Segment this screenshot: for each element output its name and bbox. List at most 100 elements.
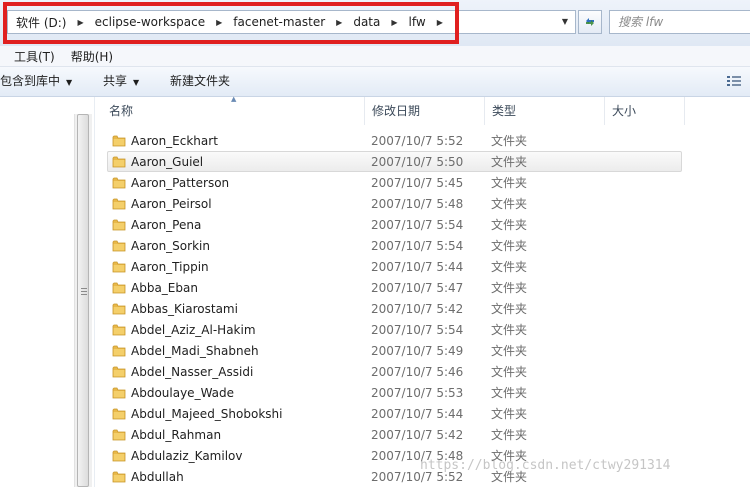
breadcrumb-item[interactable]: eclipse-workspace — [93, 15, 207, 29]
file-name: Abdulaziz_Kamilov — [131, 449, 243, 463]
breadcrumb-separator-icon[interactable]: ▶ — [216, 18, 222, 27]
file-row[interactable]: Aaron_Patterson 2007/10/7 5:45 文件夹 — [107, 172, 682, 193]
file-name: Abdul_Majeed_Shobokshi — [131, 407, 283, 421]
breadcrumb-separator-icon[interactable]: ▶ — [336, 18, 342, 27]
file-type: 文件夹 — [491, 155, 528, 169]
folder-icon — [112, 407, 126, 423]
file-row[interactable]: Aaron_Eckhart 2007/10/7 5:52 文件夹 — [107, 130, 682, 151]
file-date: 2007/10/7 5:44 — [371, 260, 464, 274]
file-type: 文件夹 — [491, 386, 528, 400]
column-header-name[interactable]: 名称 — [102, 97, 365, 125]
file-row[interactable]: Abbas_Kiarostami 2007/10/7 5:42 文件夹 — [107, 298, 682, 319]
scrollbar-thumb[interactable] — [77, 114, 89, 487]
scrollbar-grip-icon — [81, 288, 87, 296]
folder-icon — [112, 260, 126, 276]
pane-divider[interactable] — [94, 97, 95, 487]
breadcrumb-item[interactable]: 软件 (D:) — [14, 14, 68, 31]
file-type: 文件夹 — [491, 302, 528, 316]
file-date: 2007/10/7 5:53 — [371, 386, 464, 400]
file-type: 文件夹 — [491, 365, 528, 379]
file-name: Abdel_Nasser_Assidi — [131, 365, 254, 379]
breadcrumb-item[interactable]: data — [351, 15, 382, 29]
file-row[interactable]: Abdoulaye_Wade 2007/10/7 5:53 文件夹 — [107, 382, 682, 403]
file-date: 2007/10/7 5:54 — [371, 323, 464, 337]
file-name: Aaron_Pena — [131, 218, 202, 232]
file-row[interactable]: Aaron_Sorkin 2007/10/7 5:54 文件夹 — [107, 235, 682, 256]
refresh-button[interactable] — [578, 10, 602, 34]
file-name: Abdul_Rahman — [131, 428, 222, 442]
file-row[interactable]: Aaron_Pena 2007/10/7 5:54 文件夹 — [107, 214, 682, 235]
file-row[interactable]: Aaron_Guiel 2007/10/7 5:50 文件夹 — [107, 151, 682, 172]
breadcrumb-item[interactable]: lfw — [407, 15, 428, 29]
breadcrumb-separator-icon[interactable]: ▶ — [77, 18, 83, 27]
file-row[interactable]: Abdul_Rahman 2007/10/7 5:42 文件夹 — [107, 424, 682, 445]
address-bar[interactable]: 软件 (D:) ▶ eclipse-workspace ▶ facenet-master… — [7, 10, 576, 34]
folder-icon — [112, 176, 126, 192]
file-type: 文件夹 — [491, 281, 528, 295]
search-input[interactable] — [618, 12, 748, 32]
file-date: 2007/10/7 5:52 — [371, 134, 464, 148]
folder-icon — [112, 470, 126, 486]
menu-help[interactable]: 帮助(H) — [71, 48, 113, 65]
watermark: https://blog.csdn.net/ctwy291314 — [420, 458, 671, 473]
search-box[interactable] — [609, 10, 750, 34]
navigation-pane — [0, 97, 74, 487]
file-date: 2007/10/7 5:44 — [371, 407, 464, 421]
breadcrumb-item[interactable]: facenet-master — [231, 15, 327, 29]
file-row[interactable]: Aaron_Peirsol 2007/10/7 5:48 文件夹 — [107, 193, 682, 214]
file-type: 文件夹 — [491, 323, 528, 337]
navigation-scrollbar[interactable] — [74, 114, 92, 487]
refresh-icon — [586, 18, 594, 26]
share-button[interactable]: 共享 ▼ — [103, 67, 139, 96]
column-header-date[interactable]: 修改日期 — [365, 97, 485, 125]
include-in-library-button[interactable]: 包含到库中 ▼ — [0, 67, 72, 96]
breadcrumb-separator-icon[interactable]: ▶ — [391, 18, 397, 27]
column-header-size[interactable]: 大小 — [605, 97, 685, 125]
file-list: Aaron_Eckhart 2007/10/7 5:52 文件夹 Aaron_Guie… — [107, 130, 707, 487]
file-row[interactable]: Abdul_Majeed_Shobokshi 2007/10/7 5:44 文件夹 — [107, 403, 682, 424]
file-name: Aaron_Guiel — [131, 155, 204, 169]
file-row[interactable]: Abba_Eban 2007/10/7 5:47 文件夹 — [107, 277, 682, 298]
file-type: 文件夹 — [491, 218, 528, 232]
file-name: Abdoulaye_Wade — [131, 386, 235, 400]
view-options-icon[interactable] — [727, 76, 741, 87]
address-bar-area: 软件 (D:) ▶ eclipse-workspace ▶ facenet-master… — [0, 0, 750, 46]
folder-icon — [112, 197, 126, 213]
new-folder-button[interactable]: 新建文件夹 — [170, 67, 230, 96]
file-date: 2007/10/7 5:46 — [371, 365, 464, 379]
file-row[interactable]: Abdel_Madi_Shabneh 2007/10/7 5:49 文件夹 — [107, 340, 682, 361]
file-date: 2007/10/7 5:49 — [371, 344, 464, 358]
file-name: Abdullah — [131, 470, 184, 484]
file-row[interactable]: Aaron_Tippin 2007/10/7 5:44 文件夹 — [107, 256, 682, 277]
file-row[interactable]: Abdel_Aziz_Al-Hakim 2007/10/7 5:54 文件夹 — [107, 319, 682, 340]
file-row[interactable]: Abdel_Nasser_Assidi 2007/10/7 5:46 文件夹 — [107, 361, 682, 382]
file-type: 文件夹 — [491, 176, 528, 190]
address-dropdown-icon[interactable]: ▼ — [558, 11, 572, 33]
file-date: 2007/10/7 5:54 — [371, 218, 464, 232]
file-name: Abbas_Kiarostami — [131, 302, 238, 316]
folder-icon — [112, 239, 126, 255]
breadcrumb: 软件 (D:) ▶ eclipse-workspace ▶ facenet-master… — [14, 11, 452, 33]
breadcrumb-separator-icon[interactable]: ▶ — [437, 18, 443, 27]
file-type: 文件夹 — [491, 344, 528, 358]
folder-icon — [112, 323, 126, 339]
column-header-type[interactable]: 类型 — [485, 97, 605, 125]
file-name: Aaron_Tippin — [131, 260, 209, 274]
file-type: 文件夹 — [491, 239, 528, 253]
column-header-row: ▲ 名称 修改日期 类型 大小 — [95, 95, 750, 125]
file-name: Abdel_Aziz_Al-Hakim — [131, 323, 256, 337]
file-date: 2007/10/7 5:47 — [371, 281, 464, 295]
file-date: 2007/10/7 5:50 — [371, 155, 464, 169]
file-type: 文件夹 — [491, 407, 528, 421]
file-date: 2007/10/7 5:48 — [371, 197, 464, 211]
folder-icon — [112, 302, 126, 318]
folder-icon — [112, 344, 126, 360]
folder-icon — [112, 281, 126, 297]
folder-icon — [112, 386, 126, 402]
include-in-library-label: 包含到库中 — [0, 74, 61, 88]
file-name: Aaron_Patterson — [131, 176, 230, 190]
folder-icon — [112, 218, 126, 234]
folder-icon — [112, 155, 126, 171]
menu-tools[interactable]: 工具(T) — [14, 48, 55, 65]
file-name: Aaron_Sorkin — [131, 239, 210, 253]
